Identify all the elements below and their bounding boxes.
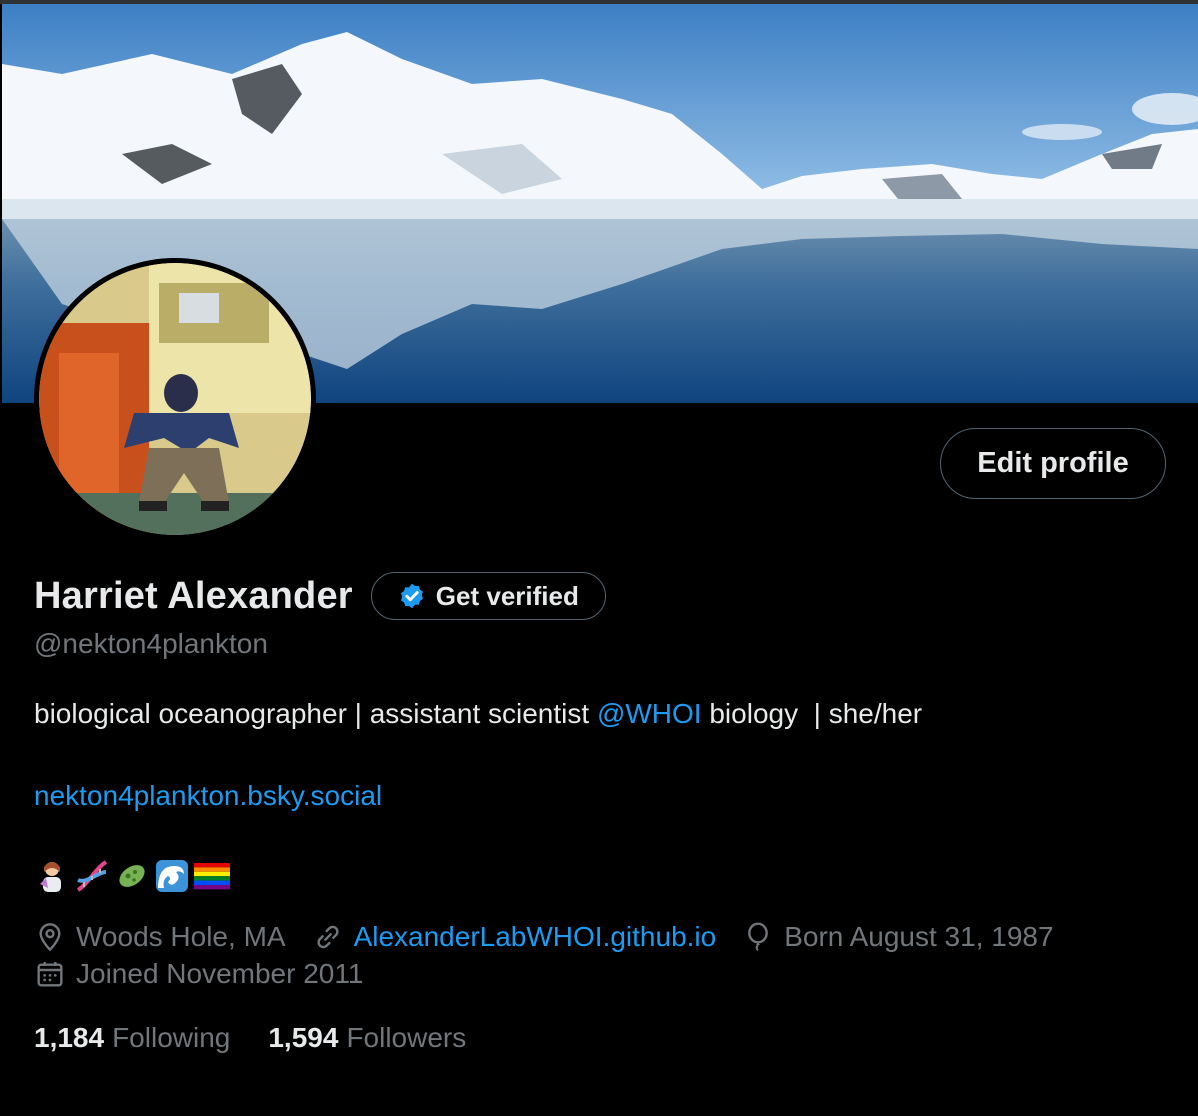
- bio-emoji-row: [34, 858, 230, 894]
- joined-text: Joined November 2011: [76, 958, 364, 989]
- website-item[interactable]: AlexanderLabWHOI.github.io: [312, 921, 717, 953]
- joined-item: Joined November 2011: [34, 958, 363, 990]
- edit-profile-button[interactable]: Edit profile: [940, 428, 1166, 499]
- user-handle: @nekton4plankton: [34, 628, 268, 659]
- link-icon: [317, 925, 339, 949]
- profile-avatar[interactable]: [34, 258, 316, 540]
- following-count: 1,184: [34, 1022, 105, 1053]
- location-text: Woods Hole, MA: [76, 921, 286, 952]
- birthday-text: Born August 31, 1987: [784, 921, 1054, 952]
- birthday-item: Born August 31, 1987: [742, 921, 1054, 953]
- balloon-icon: [748, 922, 769, 952]
- location-pin-icon: [39, 923, 61, 952]
- website-link[interactable]: AlexanderLabWHOI.github.io: [354, 921, 717, 953]
- water-wave-icon: [154, 858, 190, 894]
- profile-meta-row: Woods Hole, MA AlexanderLabWHOI.github.i…: [34, 921, 1080, 953]
- followers-count: 1,594: [268, 1022, 339, 1053]
- follow-stats: 1,184 Following 1,594 Followers: [34, 1022, 504, 1054]
- verified-badge-icon: [400, 583, 423, 609]
- dna-icon: [74, 858, 110, 894]
- get-verified-button[interactable]: Get verified: [370, 572, 606, 620]
- rainbow-flag-icon: [194, 858, 230, 894]
- bio-mention-link[interactable]: @WHOI: [597, 698, 702, 729]
- woman-scientist-icon: [34, 858, 70, 894]
- following-link[interactable]: 1,184 Following: [34, 1022, 230, 1054]
- following-label: Following: [112, 1022, 231, 1053]
- profile-meta-row-2: Joined November 2011: [34, 958, 389, 990]
- bio-link[interactable]: nekton4plankton.bsky.social: [34, 780, 382, 812]
- display-name: Harriet Alexander: [34, 574, 353, 617]
- calendar-icon: [37, 962, 63, 987]
- avatar-image: [39, 263, 311, 535]
- followers-label: Followers: [346, 1022, 467, 1053]
- bio-text-prefix: biological oceanographer | assistant sci…: [34, 698, 597, 729]
- followers-link[interactable]: 1,594 Followers: [268, 1022, 466, 1054]
- get-verified-label: Get verified: [435, 580, 579, 611]
- bio-text-suffix: biology | she/her: [701, 698, 923, 729]
- profile-bio: biological oceanographer | assistant sci…: [34, 698, 922, 730]
- name-row: Harriet Alexander Get verified: [34, 572, 606, 620]
- microbe-icon: [114, 858, 150, 894]
- location-item: Woods Hole, MA: [34, 921, 286, 953]
